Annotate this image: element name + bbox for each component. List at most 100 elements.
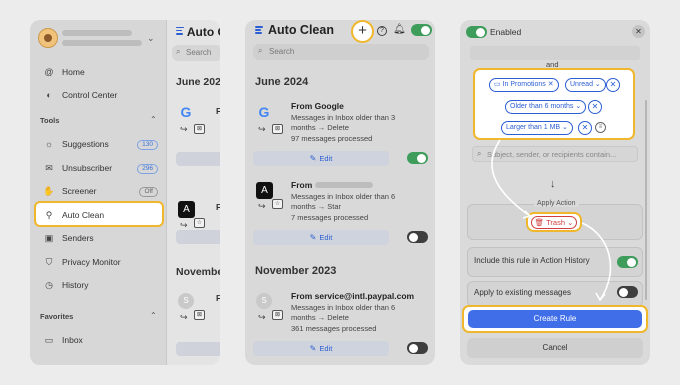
rule-toggle[interactable] (407, 342, 428, 354)
section-date: November (176, 266, 220, 278)
edit-button[interactable]: ✎ Edit (253, 151, 389, 166)
forward-icon: ↪ (258, 201, 266, 211)
sidebar-item-control-center[interactable]: ◐ Control Center (44, 90, 117, 100)
condition-in-promotions[interactable]: ▭ In Promotions ✕ (489, 78, 559, 92)
sidebar-item-suggestions[interactable]: ☼ Suggestions (44, 139, 109, 149)
search-input[interactable]: Search (253, 44, 429, 60)
sidebar-item-senders[interactable]: ▣ Senders (44, 233, 94, 244)
forward-icon: ↪ (258, 312, 266, 322)
arrow-down-icon: ↓ (550, 178, 556, 190)
rule-from: From service@intl.paypal.com (291, 291, 415, 301)
menu-icon (255, 24, 263, 35)
remove-condition-button[interactable]: ✕ (588, 100, 602, 114)
cancel-button[interactable]: Cancel (467, 338, 643, 358)
rule-from: F (216, 293, 220, 303)
sidebar-item-home[interactable]: @ Home (44, 67, 85, 77)
remove-condition-button[interactable]: ✕ (578, 121, 592, 135)
section-date: June 2024 (255, 76, 309, 88)
rule-description: Messages in Inbox older than 3 months → … (291, 113, 396, 132)
remove-condition-button[interactable]: ✕ (606, 78, 620, 92)
condition-unread[interactable]: Unread ⌄ (565, 78, 606, 92)
unsubscriber-count-badge: 296 (137, 164, 158, 174)
edit-button[interactable]: ✎ Edit (253, 230, 389, 245)
sidebar-item-screener[interactable]: ✋ Screener (43, 185, 96, 197)
sidebar-item-auto-clean[interactable]: ⚲ Auto Clean (44, 209, 105, 221)
forward-icon: ↪ (180, 312, 188, 322)
action-select[interactable]: 🗑︎ Trash ⌄ (531, 216, 577, 229)
sender-redacted (315, 182, 373, 188)
sidebar-item-privacy-monitor[interactable]: ⛉ Privacy Monitor (44, 256, 121, 268)
clock-icon: ◷ (45, 279, 53, 290)
history-label: Include this rule in Action History (474, 256, 590, 265)
rule-toggle[interactable] (407, 231, 428, 243)
previous-condition-row (470, 46, 640, 60)
help-icon[interactable]: ? (377, 26, 387, 36)
folder-icon: ▭ (494, 81, 503, 88)
inbox-icon: ▭ (44, 334, 54, 345)
create-rule-highlight: Create Rule (462, 305, 648, 333)
chevron-up-icon[interactable]: ⌃ (150, 311, 157, 320)
condition-search-input[interactable]: Subject, sender, or recipients contain..… (472, 146, 638, 162)
shield-icon: ⛉ (45, 256, 53, 267)
condition-older-than[interactable]: Older than 6 months ⌄ (505, 100, 587, 114)
chevron-down-icon[interactable]: ⌄ (147, 33, 155, 44)
trash-small-icon: ⊠ (272, 310, 283, 320)
conditions-box: ▭ In Promotions ✕ Unread ⌄ ✕ Older than … (473, 68, 635, 140)
search-input[interactable]: Search (172, 45, 220, 61)
tools-section-title: Tools (40, 116, 60, 125)
rule-processed: 361 messages processed (291, 324, 377, 333)
account-name-redacted (62, 30, 132, 36)
master-toggle[interactable] (411, 24, 432, 36)
toggle-icon: ◐ (46, 90, 52, 100)
trash-small-icon: ⊠ (194, 310, 205, 320)
rule-from: F (216, 202, 220, 212)
sidebar-item-label: Suggestions (62, 139, 109, 149)
trash-small-icon: ⊠ (194, 124, 205, 134)
sidebar-item-label: Auto Clean (62, 210, 105, 220)
sidebar-item-label: Home (62, 67, 85, 77)
avatar[interactable] (38, 28, 58, 48)
filter-icon[interactable]: ≡ (595, 122, 606, 133)
sidebar-item-unsubscriber[interactable]: ✉ Unsubscriber (44, 163, 112, 174)
add-rule-button[interactable]: + (351, 20, 374, 43)
broom-icon: ⚲ (45, 209, 53, 220)
bulb-icon: ☼ (44, 139, 54, 149)
section-date: June 2024 (176, 76, 220, 88)
rule-processed: 97 messages processed (291, 134, 373, 143)
edit-button[interactable] (176, 230, 220, 244)
sidebar-item-history[interactable]: ◷ History (44, 279, 89, 291)
hand-icon: ✋ (43, 185, 55, 196)
enabled-label: Enabled (490, 27, 522, 37)
suggestions-count-badge: 130 (137, 140, 158, 150)
at-icon: @ (44, 67, 54, 77)
enabled-toggle[interactable] (466, 26, 487, 38)
scrollbar[interactable] (645, 100, 647, 300)
close-icon[interactable]: ✕ (632, 25, 645, 38)
trash-icon: 🗑︎ (534, 218, 547, 227)
edit-button[interactable] (176, 342, 220, 356)
edit-button[interactable] (176, 152, 220, 166)
menu-icon (176, 25, 184, 36)
rule-toggle[interactable] (407, 152, 428, 164)
sidebar-item-label: Senders (62, 233, 94, 243)
apply-action-label: Apply Action (534, 200, 579, 207)
condition-larger-than[interactable]: Larger than 1 MB ⌄ (501, 121, 573, 135)
create-rule-button[interactable]: Create Rule (468, 310, 642, 328)
sidebar-item-label: History (62, 280, 89, 290)
forward-icon: ↪ (180, 124, 188, 134)
sidebar: ⌄ @ Home ◐ Control Center Tools ⌃ ☼ Sugg… (30, 20, 166, 365)
rule-description: Messages in Inbox older than 6 months → … (291, 192, 396, 211)
sidebar-item-inbox[interactable]: ▭ Inbox (44, 334, 83, 346)
account-email-redacted (62, 40, 142, 46)
history-toggle[interactable] (617, 256, 638, 268)
existing-toggle[interactable] (617, 286, 638, 298)
sender-avatar: S (178, 293, 194, 309)
bell-icon[interactable]: 🔔︎ (393, 24, 406, 35)
google-logo-icon: G (180, 104, 192, 120)
rule-processed: 7 messages processed (291, 213, 369, 222)
forward-icon: ↪ (258, 124, 266, 134)
chevron-up-icon[interactable]: ⌃ (150, 115, 157, 124)
sidebar-item-label: Privacy Monitor (62, 257, 121, 267)
edit-button[interactable]: ✎ Edit (253, 341, 389, 356)
rule-from: From Google (291, 101, 344, 111)
